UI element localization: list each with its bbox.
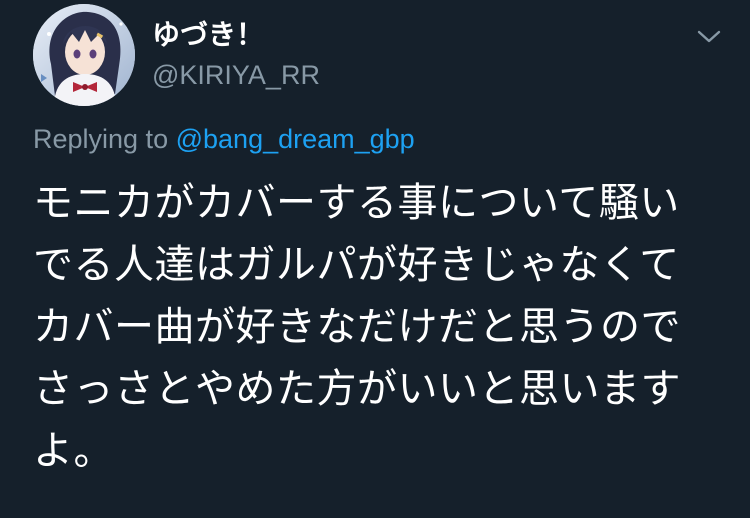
tweet-text-line: カバー曲が好きなだけだと思うので: [33, 304, 681, 350]
tweet[interactable]: ゆづき！ @KIRIYA_RR Replying to @bang_dream_…: [0, 0, 750, 518]
tweet-text-line: モニカがカバーする事について騒い: [33, 180, 680, 226]
chevron-down-icon: [697, 30, 721, 43]
tweet-menu-button[interactable]: [692, 22, 726, 50]
avatar-anime-girl-icon: [33, 4, 135, 106]
author-handle[interactable]: @KIRIYA_RR: [152, 57, 320, 93]
reply-mention-link[interactable]: @bang_dream_gbp: [176, 124, 415, 154]
tweet-text-line: でる人達はガルパが好きじゃなくて: [33, 242, 680, 288]
author-display-name[interactable]: ゆづき！: [152, 17, 264, 53]
tweet-body: モニカがカバーする事について騒い でる人達はガルパが好きじゃなくて カバー曲が好…: [33, 172, 723, 482]
avatar[interactable]: [33, 4, 135, 106]
tweet-text-line: さっさとやめた方がいいと思います: [33, 366, 681, 412]
replying-to-label: Replying to: [33, 124, 169, 154]
replying-to: Replying to @bang_dream_gbp: [33, 121, 415, 157]
tweet-text-line: よ。: [33, 428, 114, 474]
